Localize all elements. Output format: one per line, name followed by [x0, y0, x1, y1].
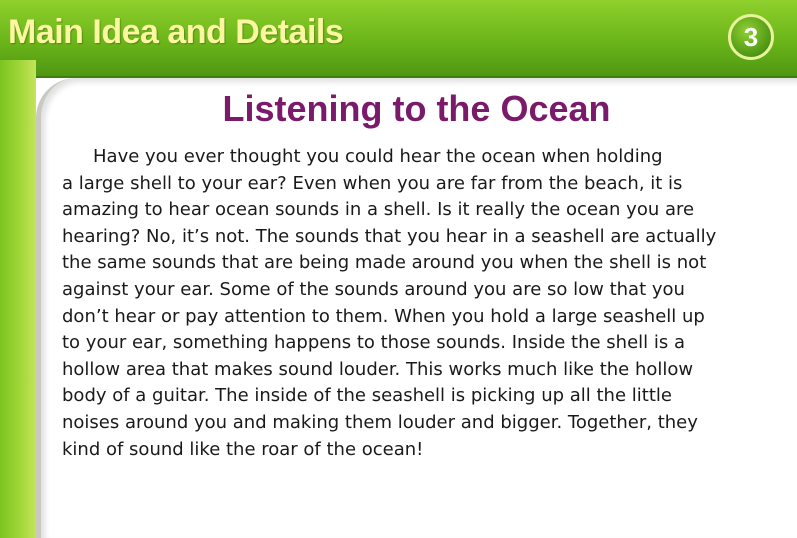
paragraph-line: the same sounds that are being made arou…	[62, 252, 707, 274]
story-title: Listening to the Ocean	[222, 88, 611, 129]
side-band	[0, 60, 36, 538]
paragraph-line: Have you ever thought you could hear the…	[93, 146, 663, 167]
paragraph-line: body of a guitar. The inside of the seas…	[62, 385, 672, 407]
paragraph-line: to your ear, something happens to those …	[62, 332, 686, 354]
paragraph-line: noises around you and making them louder…	[62, 411, 698, 433]
paragraph-line: a large shell to your ear? Even when you…	[62, 172, 683, 194]
section-title: Main Idea and Details	[8, 13, 344, 51]
paragraph-line: amazing to hear ocean sounds in a shell.…	[62, 199, 695, 221]
paragraph-line: against your ear. Some of the sounds aro…	[62, 278, 685, 300]
paragraph-line: don’t hear or pay attention to them. Whe…	[62, 305, 705, 327]
paragraph-line: kind of sound like the roar of the ocean…	[62, 438, 424, 460]
page-number-badge: 3	[728, 14, 774, 60]
paragraph-line: hollow area that makes sound louder. Thi…	[62, 358, 694, 380]
story-paragraph: Have you ever thought you could hear the…	[62, 144, 774, 463]
paragraph-line: hearing? No, it’s not. The sounds that y…	[62, 225, 717, 247]
reading-card: Main Idea and Details 3 Listening to the…	[0, 0, 797, 538]
